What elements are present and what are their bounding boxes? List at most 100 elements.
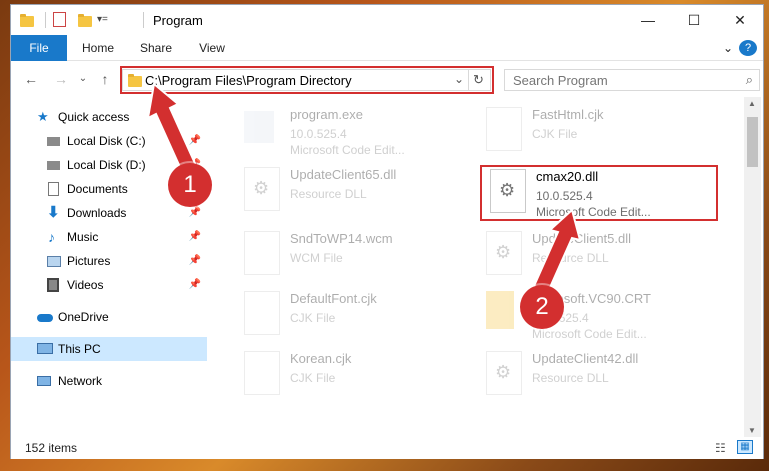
file-type: CJK File bbox=[290, 311, 336, 325]
sidebar-item-downloads[interactable]: ⬇ Downloads 📌 bbox=[11, 201, 207, 225]
sidebar-item-onedrive[interactable]: OneDrive bbox=[11, 305, 207, 329]
properties-icon[interactable] bbox=[53, 12, 66, 27]
exe-icon bbox=[244, 111, 274, 143]
large-icons-view-icon[interactable]: ▦ bbox=[737, 440, 753, 454]
sidebar-item-label: Music bbox=[67, 230, 99, 244]
folder-icon bbox=[19, 12, 35, 28]
file-description: Microsoft Code Edit... bbox=[290, 143, 405, 157]
pictures-icon bbox=[47, 256, 61, 267]
divider bbox=[45, 12, 46, 28]
sidebar-item-label: Documents bbox=[67, 182, 128, 196]
forward-button[interactable]: → bbox=[51, 69, 71, 89]
file-name: UpdateClient65.dll bbox=[290, 167, 397, 182]
up-button[interactable]: ↑ bbox=[95, 69, 115, 89]
sidebar-item-label: Quick access bbox=[58, 110, 130, 124]
file-name: UpdateClient42.dll bbox=[532, 351, 639, 366]
help-icon[interactable]: ? bbox=[739, 40, 757, 56]
file-icon bbox=[486, 107, 522, 151]
dll-icon bbox=[486, 351, 522, 395]
file-icon bbox=[244, 231, 280, 275]
file-item[interactable]: UpdateClient65.dll Resource DLL bbox=[244, 163, 484, 219]
sidebar-item-this-pc[interactable]: This PC bbox=[11, 337, 207, 361]
file-name: FastHtml.cjk bbox=[532, 107, 604, 122]
scrollbar-thumb[interactable] bbox=[747, 117, 758, 167]
scroll-up-icon[interactable]: ▲ bbox=[748, 99, 756, 108]
file-name: UpdateClient5.dll bbox=[532, 231, 632, 246]
file-item[interactable]: SndToWP14.wcm WCM File bbox=[244, 227, 484, 283]
customize-toolbar-icon[interactable]: ▾= bbox=[97, 12, 113, 28]
title-bar: ▾= Program — ☐ ✕ bbox=[11, 5, 763, 35]
computer-icon bbox=[37, 343, 53, 354]
tab-view[interactable]: View bbox=[189, 35, 235, 61]
back-button[interactable]: ← bbox=[21, 69, 41, 89]
file-version: 10.0.525.4 bbox=[290, 127, 347, 141]
dll-icon bbox=[486, 231, 522, 275]
file-icon bbox=[244, 351, 280, 395]
recent-locations-button[interactable]: ⌄ bbox=[73, 69, 93, 89]
address-row: ← → ⌄ ↑ C:\Program Files\Program Directo… bbox=[11, 61, 763, 97]
sidebar-item-network[interactable]: Network bbox=[11, 369, 207, 393]
file-description: Microsoft Code Edit... bbox=[532, 327, 647, 341]
videos-icon bbox=[47, 278, 59, 292]
pin-icon[interactable]: 📌 bbox=[189, 249, 201, 273]
download-icon: ⬇ bbox=[47, 204, 60, 221]
item-count: 152 items bbox=[25, 441, 78, 455]
file-name: SndToWP14.wcm bbox=[290, 231, 393, 246]
step-badge-1: 1 bbox=[168, 163, 212, 207]
minimize-button[interactable]: — bbox=[625, 5, 671, 35]
pin-icon[interactable]: 📌 bbox=[189, 129, 201, 153]
sidebar-item-quick-access[interactable]: ★ Quick access bbox=[11, 105, 207, 129]
file-item[interactable]: UpdateClient42.dll Resource DLL bbox=[486, 347, 726, 403]
file-item[interactable]: FastHtml.cjk CJK File bbox=[486, 103, 726, 159]
file-type: Resource DLL bbox=[532, 371, 609, 385]
file-item[interactable]: DefaultFont.cjk CJK File bbox=[244, 287, 484, 343]
sidebar-item-pictures[interactable]: Pictures 📌 bbox=[11, 249, 207, 273]
file-item[interactable]: Korean.cjk CJK File bbox=[244, 347, 484, 403]
window-title: Program bbox=[153, 13, 203, 28]
sidebar-item-label: OneDrive bbox=[58, 310, 109, 324]
search-icon[interactable]: ⌕ bbox=[746, 72, 753, 88]
file-type: CJK File bbox=[290, 371, 336, 385]
tab-home[interactable]: Home bbox=[73, 35, 123, 61]
sidebar-item-label: This PC bbox=[58, 342, 101, 356]
details-view-icon[interactable]: ☷ bbox=[715, 441, 726, 455]
divider bbox=[143, 12, 144, 28]
search-input[interactable] bbox=[513, 72, 733, 88]
pin-icon[interactable]: 📌 bbox=[189, 225, 201, 249]
pin-icon[interactable]: 📌 bbox=[189, 273, 201, 297]
sidebar-item-local-disk-c[interactable]: Local Disk (C:) 📌 bbox=[11, 129, 207, 153]
status-bar: 152 items ☷ ▦ bbox=[11, 437, 763, 459]
file-icon bbox=[244, 291, 280, 335]
new-folder-icon[interactable] bbox=[77, 12, 93, 28]
vertical-scrollbar[interactable]: ▲ ▼ bbox=[744, 97, 761, 437]
file-type: Resource DLL bbox=[532, 251, 609, 265]
dll-icon bbox=[244, 167, 280, 211]
ribbon-tabs: File Home Share View ⌄ ? bbox=[11, 35, 763, 61]
sidebar-item-label: Local Disk (C:) bbox=[67, 134, 146, 148]
music-icon: ♪ bbox=[48, 229, 55, 245]
explorer-window: ▾= Program — ☐ ✕ File Home Share View ⌄ … bbox=[10, 4, 764, 459]
close-button[interactable]: ✕ bbox=[717, 5, 763, 35]
expand-ribbon-icon[interactable]: ⌄ bbox=[719, 35, 737, 61]
sidebar-item-label: Network bbox=[58, 374, 103, 388]
file-name: Korean.cjk bbox=[290, 351, 352, 366]
cloud-icon bbox=[37, 314, 53, 322]
file-item[interactable]: UpdateClient5.dll Resource DLL bbox=[486, 227, 726, 283]
file-name: program.exe bbox=[290, 107, 363, 122]
sidebar-item-label: Videos bbox=[67, 278, 104, 292]
sidebar-item-videos[interactable]: Videos 📌 bbox=[11, 273, 207, 297]
file-item[interactable]: program.exe 10.0.525.4 Microsoft Code Ed… bbox=[244, 103, 484, 159]
tab-file[interactable]: File bbox=[11, 35, 67, 61]
drive-icon bbox=[47, 137, 60, 146]
search-box[interactable]: ⌕ bbox=[504, 69, 760, 91]
sidebar-item-label: Downloads bbox=[67, 206, 127, 220]
navigation-pane: ★ Quick access Local Disk (C:) 📌 Local D… bbox=[11, 97, 207, 437]
sidebar-item-label: Local Disk (D:) bbox=[67, 158, 146, 172]
tab-share[interactable]: Share bbox=[131, 35, 181, 61]
star-icon: ★ bbox=[37, 109, 49, 124]
sidebar-item-music[interactable]: ♪ Music 📌 bbox=[11, 225, 207, 249]
maximize-button[interactable]: ☐ bbox=[671, 5, 717, 35]
step-badge-2: 2 bbox=[520, 285, 564, 329]
file-highlight-box bbox=[480, 165, 718, 221]
scroll-down-icon[interactable]: ▼ bbox=[748, 426, 756, 435]
